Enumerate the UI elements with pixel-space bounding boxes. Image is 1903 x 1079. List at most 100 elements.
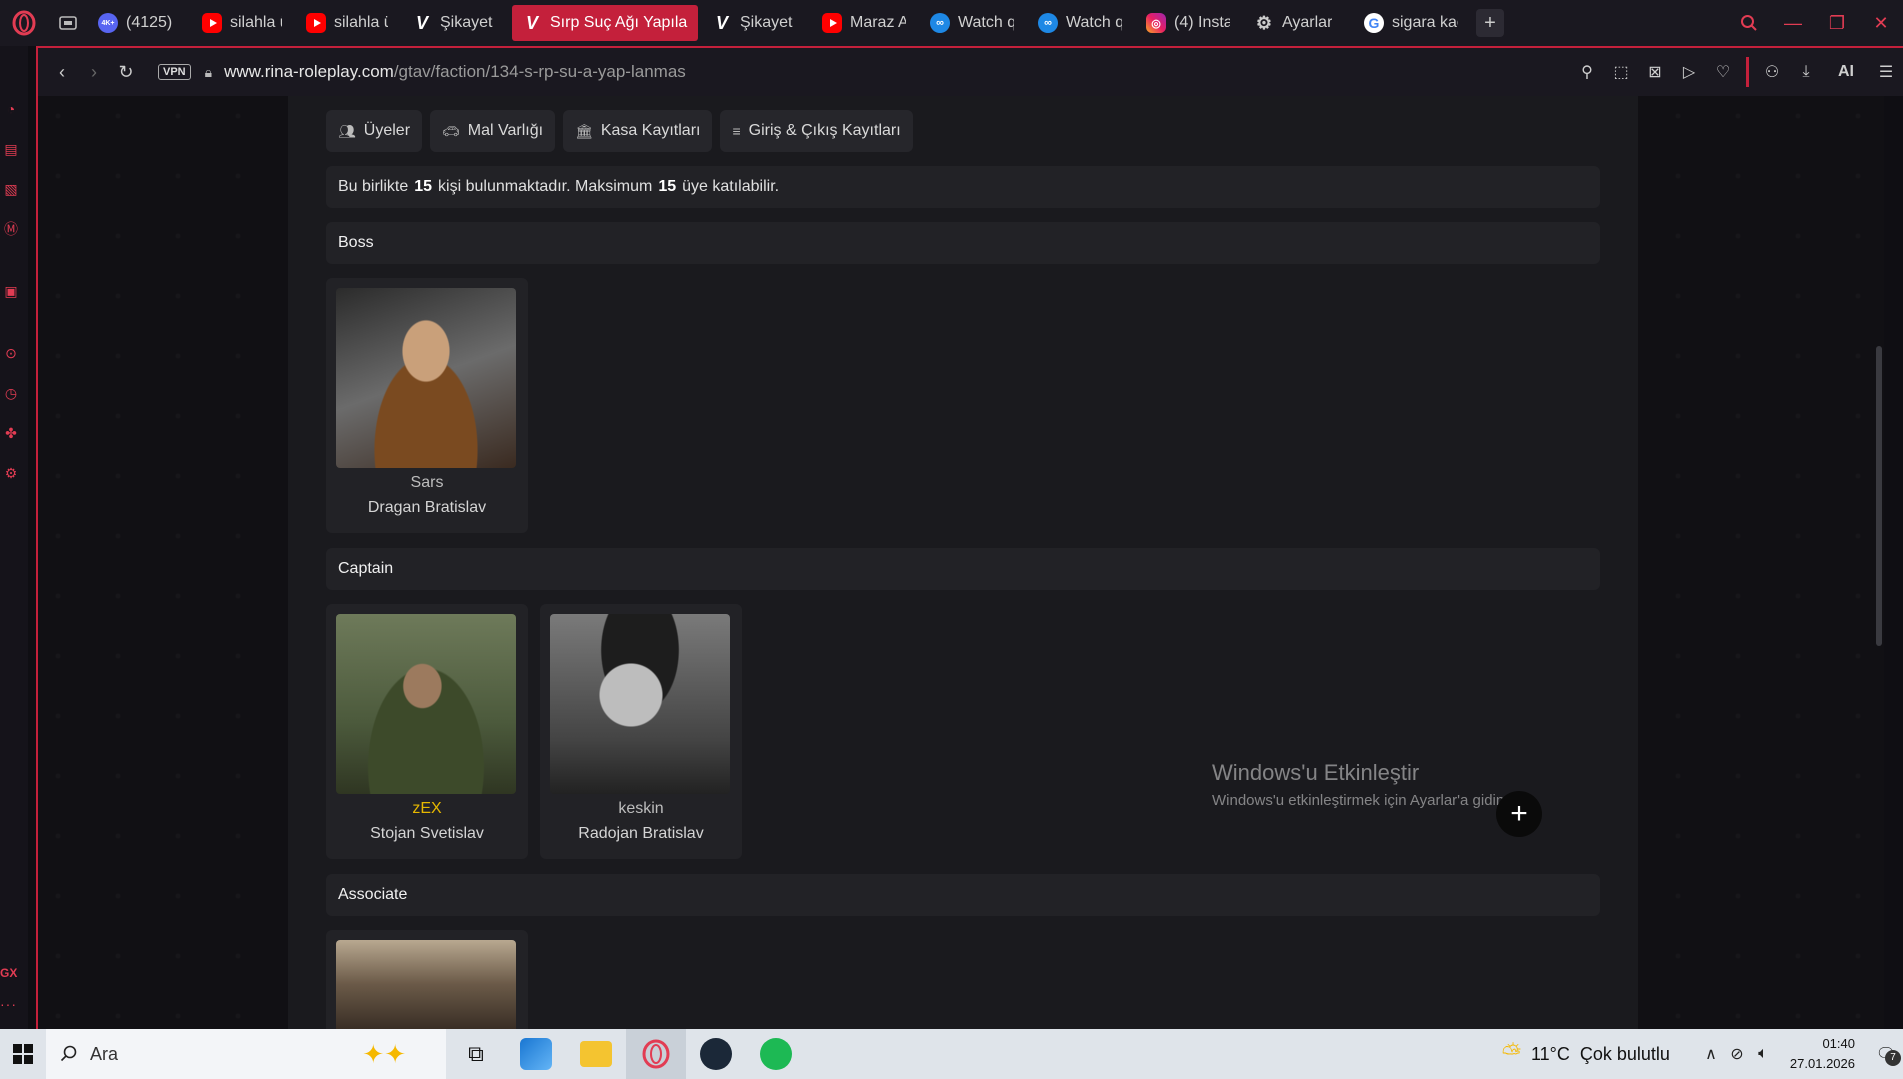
- messenger-icon[interactable]: Ⓜ: [0, 218, 22, 240]
- notification-icon[interactable]: 🗨︎ 7: [1869, 1044, 1903, 1066]
- browser-tab[interactable]: ∞ Watch qqc: [1028, 5, 1132, 41]
- member-card[interactable]: Sars Dragan Bratislav: [326, 278, 528, 533]
- file-explorer-icon[interactable]: [566, 1029, 626, 1079]
- profile-icon[interactable]: ⚇: [1755, 55, 1789, 89]
- download-icon[interactable]: ⤓: [1789, 55, 1823, 89]
- snapshot-icon[interactable]: ⬚: [1604, 55, 1638, 89]
- weather-widget[interactable]: ⛅︎ 11°C Çok bulutlu: [1502, 1040, 1670, 1068]
- minimize-button[interactable]: —: [1771, 0, 1815, 46]
- watch-icon: ∞: [1038, 13, 1058, 33]
- history-icon[interactable]: ◷: [0, 382, 22, 404]
- clock-date: 27.01.2026: [1789, 1056, 1855, 1071]
- page-scrollbar[interactable]: [1876, 346, 1882, 646]
- gx-corner-icon[interactable]: ▤: [0, 138, 22, 160]
- forward-button[interactable]: ›: [78, 56, 110, 88]
- search-icon: [60, 1045, 77, 1062]
- tab-label: Mal Varlığı: [467, 122, 544, 139]
- list-icon: ≡: [732, 123, 741, 139]
- member-card[interactable]: keskin Radojan Bratislav: [540, 604, 742, 859]
- member-photo: [336, 940, 516, 1029]
- notification-count: 7: [1885, 1050, 1901, 1066]
- send-icon[interactable]: ▷: [1672, 55, 1706, 89]
- tab-title: Sırp Suç Ağı Yapılar: [550, 14, 688, 31]
- pin-icon[interactable]: ⚲: [1570, 55, 1604, 89]
- tab-bank-logs[interactable]: 🏛︎ Kasa Kayıtları: [563, 110, 713, 152]
- browser-tab[interactable]: silahla üze: [296, 5, 398, 41]
- ad-block-icon[interactable]: ⊠: [1638, 55, 1672, 89]
- back-button[interactable]: ‹: [46, 56, 78, 88]
- task-view-icon[interactable]: ⧉: [446, 1029, 506, 1079]
- youtube-icon: [202, 13, 222, 33]
- rina-icon: V: [525, 12, 538, 33]
- tab-title: Watch qqc: [958, 14, 1014, 31]
- tab-title: (4125) Disc: [126, 14, 178, 31]
- browser-tab[interactable]: V Şikayet Pa: [402, 5, 508, 41]
- spotify-icon[interactable]: [746, 1029, 806, 1079]
- member-name: Radojan Bratislav: [578, 825, 704, 842]
- tab-title: sigara kaç: [1392, 14, 1458, 31]
- member-photo: [336, 288, 516, 468]
- watermark-subtitle: Windows'u etkinleştirmek için Ayarlar'a …: [1212, 792, 1509, 809]
- tab-label: Kasa Kayıtları: [600, 122, 701, 139]
- browser-tab[interactable]: ∞ Watch qqc: [920, 5, 1024, 41]
- windows-start-icon[interactable]: [0, 1029, 46, 1079]
- browser-tab-active[interactable]: V Sırp Suç Ağı Yapılar: [512, 5, 698, 41]
- member-card[interactable]: zEX Stojan Svetislav: [326, 604, 528, 859]
- browser-tab[interactable]: G sigara kaç: [1354, 5, 1468, 41]
- taskbar-search[interactable]: Ara ✦✦: [46, 1029, 446, 1079]
- member-card[interactable]: [326, 930, 528, 1029]
- member-count: 15: [414, 178, 433, 195]
- browser-tab[interactable]: Maraz Ali: [812, 5, 916, 41]
- volume-icon[interactable]: 🔈︎: [1750, 1045, 1776, 1063]
- clock[interactable]: 01:40 27.01.2026: [1790, 1034, 1855, 1074]
- settings-gear-icon[interactable]: ⚙: [0, 462, 22, 484]
- outlook-icon[interactable]: [506, 1029, 566, 1079]
- browser-tab[interactable]: ⚙ Ayarlar: [1244, 5, 1350, 41]
- tab-islands-icon[interactable]: [48, 0, 88, 46]
- more-icon[interactable]: ···: [0, 996, 22, 1012]
- page-viewport: 👥︎ Üyeler 🚗︎ Mal Varlığı 🏛︎ Kasa Kayıtla…: [36, 96, 1884, 1029]
- restore-button[interactable]: ❐: [1815, 0, 1859, 46]
- gx-tracker-icon[interactable]: ▧: [0, 178, 22, 200]
- info-suffix: üye katılabilir.: [682, 178, 780, 195]
- copilot-sparkle-icon: ✦✦: [362, 1039, 406, 1069]
- twitch-icon[interactable]: ▣: [0, 280, 22, 302]
- info-middle: kişi bulunmaktadır. Maksimum: [438, 178, 653, 195]
- url-field[interactable]: www.rina-roleplay.com/gtav/faction/134-s…: [224, 62, 686, 82]
- easy-setup-icon[interactable]: ☰: [1869, 55, 1903, 89]
- gx-control-icon[interactable]: GX: [0, 966, 22, 980]
- chevron-up-icon[interactable]: ∧: [1698, 1044, 1724, 1064]
- google-icon: G: [1364, 13, 1384, 33]
- network-icon[interactable]: ⊘: [1724, 1044, 1750, 1064]
- tab-join-leave-logs[interactable]: ≡ Giriş & Çıkış Kayıtları: [720, 110, 913, 152]
- lock-icon[interactable]: 🔒︎: [205, 64, 212, 81]
- search-tabs-icon[interactable]: [1727, 0, 1771, 46]
- browser-tab[interactable]: silahla üze: [192, 5, 292, 41]
- close-window-button[interactable]: ✕: [1859, 0, 1903, 46]
- faction-tabs: 👥︎ Üyeler 🚗︎ Mal Varlığı 🏛︎ Kasa Kayıtla…: [326, 110, 913, 152]
- section-title: Boss: [338, 234, 374, 251]
- tab-title: Ayarlar: [1282, 14, 1333, 31]
- tab-assets[interactable]: 🚗︎ Mal Varlığı: [430, 110, 556, 152]
- opera-gx-logo-icon[interactable]: [0, 0, 48, 46]
- speed-dial-icon[interactable]: ◔: [0, 98, 22, 120]
- vpn-badge[interactable]: VPN: [158, 64, 191, 80]
- opera-gx-taskbar-icon[interactable]: [626, 1029, 686, 1079]
- steam-icon[interactable]: [686, 1029, 746, 1079]
- browser-tab[interactable]: ◎ (4) Instagr: [1136, 5, 1240, 41]
- browser-tab[interactable]: 4K+ (4125) Disc: [88, 5, 188, 41]
- tab-members[interactable]: 👥︎ Üyeler: [326, 110, 423, 152]
- new-tab-button[interactable]: +: [1476, 9, 1504, 37]
- weather-desc: Çok bulutlu: [1579, 1043, 1670, 1064]
- reload-button[interactable]: ↻: [110, 56, 142, 88]
- extensions-icon[interactable]: ✤: [0, 422, 22, 444]
- address-bar-tools: ⚲ ⬚ ⊠ ▷ ♡ ⚇ ⤓ AI ☰: [1570, 48, 1903, 96]
- rina-icon: V: [415, 12, 428, 33]
- aria-ai-icon[interactable]: AI: [1823, 55, 1869, 89]
- heart-icon[interactable]: ♡: [1706, 55, 1740, 89]
- player-icon[interactable]: ⊙: [0, 342, 22, 364]
- browser-tab[interactable]: V Şikayet Pa: [702, 5, 808, 41]
- floating-add-button[interactable]: +: [1496, 791, 1542, 837]
- section-boss: Boss: [326, 222, 1600, 264]
- browser-sidebar: ◔ ▤ ▧ Ⓜ ▣ ⊙ ◷ ✤ ⚙ GX ···: [0, 46, 28, 1029]
